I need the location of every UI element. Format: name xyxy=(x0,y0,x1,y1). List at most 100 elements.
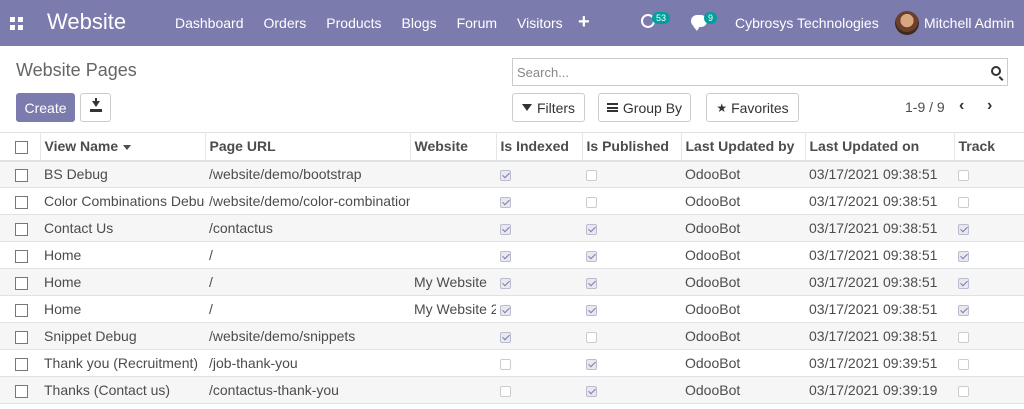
table-row[interactable]: Contact Us/contactus OdooBot 03/17/2021 09… xyxy=(0,214,1024,242)
row-select-checkbox[interactable] xyxy=(15,169,28,183)
column-header-is-indexed[interactable]: Is Indexed xyxy=(496,132,583,162)
column-header-last-updated-on[interactable]: Last Updated on xyxy=(805,132,955,162)
group-by-label: Group By xyxy=(622,99,683,116)
cell-last-updated-by: OdooBot xyxy=(681,322,805,350)
export-button[interactable] xyxy=(80,93,111,122)
star-icon: ★ xyxy=(716,100,728,115)
cell-indexed xyxy=(496,160,582,188)
published-checkbox xyxy=(586,223,597,235)
user-avatar[interactable] xyxy=(895,11,919,35)
cell-indexed xyxy=(496,349,582,377)
column-header-page-url[interactable]: Page URL xyxy=(205,132,411,162)
group-by-icon xyxy=(606,103,618,112)
filters-label: Filters xyxy=(536,99,576,116)
column-header-website[interactable]: Website xyxy=(410,132,497,162)
row-select-checkbox[interactable] xyxy=(15,384,28,398)
published-checkbox xyxy=(586,304,597,316)
row-select-checkbox[interactable] xyxy=(15,276,28,290)
column-header-last-updated-by[interactable]: Last Updated by xyxy=(681,132,806,162)
menu-item-visitors[interactable]: Visitors xyxy=(517,15,563,31)
track-checkbox xyxy=(958,223,969,235)
user-menu[interactable]: Mitchell Admin xyxy=(924,15,1014,31)
table-row[interactable]: Home / OdooBot 03/17/2021 09:38:51 xyxy=(0,241,1024,269)
cell-website xyxy=(410,322,496,350)
row-select-checkbox[interactable] xyxy=(15,357,28,371)
table-row[interactable]: Thanks (Contact us)/contactus-thank-you O… xyxy=(0,376,1024,404)
menu-item-orders[interactable]: Orders xyxy=(264,15,307,31)
cell-track xyxy=(954,268,1024,296)
company-switcher[interactable]: Cybrosys Technologies xyxy=(735,15,879,31)
track-checkbox xyxy=(958,170,969,182)
favorites-button[interactable]: ★ Favorites xyxy=(706,93,799,122)
column-header-is-published[interactable]: Is Published xyxy=(582,132,682,162)
cell-last-updated-on: 03/17/2021 09:38:51 xyxy=(805,160,954,188)
row-select-checkbox[interactable] xyxy=(15,195,28,209)
table-row[interactable]: Home / My Website 2 OdooBot 03/17/2021 09:38… xyxy=(0,295,1024,323)
group-by-button[interactable]: Group By xyxy=(598,93,691,122)
indexed-checkbox xyxy=(500,358,511,370)
table-row[interactable]: Color Combinations Debug/website/demo/co… xyxy=(0,187,1024,215)
cell-published xyxy=(582,214,681,242)
row-select-cell xyxy=(0,187,40,215)
cell-view-name: Color Combinations Debug xyxy=(40,187,205,215)
row-select-checkbox[interactable] xyxy=(15,249,28,263)
pager-value[interactable]: 1-9 / 9 xyxy=(905,99,945,115)
published-checkbox xyxy=(586,277,597,289)
row-select-checkbox[interactable] xyxy=(15,303,28,317)
search-input[interactable] xyxy=(517,63,977,81)
cell-last-updated-on: 03/17/2021 09:38:51 xyxy=(805,241,954,269)
cell-last-updated-on: 03/17/2021 09:38:51 xyxy=(805,295,954,323)
cell-track xyxy=(954,214,1024,242)
menu-item-forum[interactable]: Forum xyxy=(457,15,497,31)
cell-indexed xyxy=(496,214,582,242)
chevron-right-icon[interactable]: › xyxy=(987,97,992,115)
cell-last-updated-by: OdooBot xyxy=(681,376,805,404)
message-count-badge: 9 xyxy=(704,12,718,24)
indexed-checkbox xyxy=(500,250,511,262)
cell-published xyxy=(582,376,681,404)
cell-published xyxy=(582,349,681,377)
filters-button[interactable]: Filters xyxy=(512,93,585,122)
cell-website: My Website 2 xyxy=(410,295,496,323)
select-all-checkbox[interactable] xyxy=(15,141,28,155)
create-button[interactable]: Create xyxy=(16,93,75,122)
cell-website xyxy=(410,376,496,404)
cell-last-updated-by: OdooBot xyxy=(681,241,805,269)
menu-item-dashboard[interactable]: Dashboard xyxy=(175,15,244,31)
cell-website xyxy=(410,214,496,242)
cell-indexed xyxy=(496,295,582,323)
track-checkbox xyxy=(958,331,969,343)
app-brand[interactable]: Website xyxy=(47,9,126,35)
track-checkbox xyxy=(958,358,969,370)
column-header-view-name[interactable]: View Name xyxy=(40,132,206,162)
cell-indexed xyxy=(496,322,582,350)
table-row[interactable]: Home / My Website OdooBot 03/17/2021 09:38:5… xyxy=(0,268,1024,296)
cell-last-updated-on: 03/17/2021 09:39:19 xyxy=(805,376,954,404)
cell-page-url: /job-thank-you xyxy=(205,349,410,377)
track-checkbox xyxy=(958,304,969,316)
apps-menu-icon[interactable] xyxy=(10,17,23,30)
plus-icon[interactable]: + xyxy=(578,11,590,34)
favorites-label: Favorites xyxy=(731,99,789,116)
chevron-left-icon[interactable]: ‹ xyxy=(959,97,964,115)
track-checkbox xyxy=(958,250,969,262)
table-row[interactable]: BS Debug/website/demo/bootstrap OdooBot 03… xyxy=(0,160,1024,188)
cell-page-url: /website/demo/color-combinations xyxy=(205,187,410,215)
table-body: BS Debug/website/demo/bootstrap OdooBot 03… xyxy=(0,160,1024,404)
row-select-checkbox[interactable] xyxy=(15,330,28,344)
row-select-checkbox[interactable] xyxy=(15,222,28,236)
search-icon[interactable] xyxy=(991,66,1001,76)
menu-item-products[interactable]: Products xyxy=(326,15,381,31)
cell-last-updated-on: 03/17/2021 09:38:51 xyxy=(805,322,954,350)
pages-list-table: View Name Page URL Website Is Indexed Is… xyxy=(0,132,1024,404)
cell-last-updated-on: 03/17/2021 09:38:51 xyxy=(805,214,954,242)
cell-last-updated-by: OdooBot xyxy=(681,214,805,242)
table-row[interactable]: Snippet Debug/website/demo/snippets OdooB… xyxy=(0,322,1024,350)
row-select-cell xyxy=(0,241,40,269)
column-header-track[interactable]: Track xyxy=(954,132,1024,162)
table-row[interactable]: Thank you (Recruitment)/job-thank-you Odo… xyxy=(0,349,1024,377)
cell-indexed xyxy=(496,241,582,269)
menu-item-blogs[interactable]: Blogs xyxy=(402,15,437,31)
cell-website xyxy=(410,241,496,269)
cell-view-name: Thank you (Recruitment) xyxy=(40,349,205,377)
